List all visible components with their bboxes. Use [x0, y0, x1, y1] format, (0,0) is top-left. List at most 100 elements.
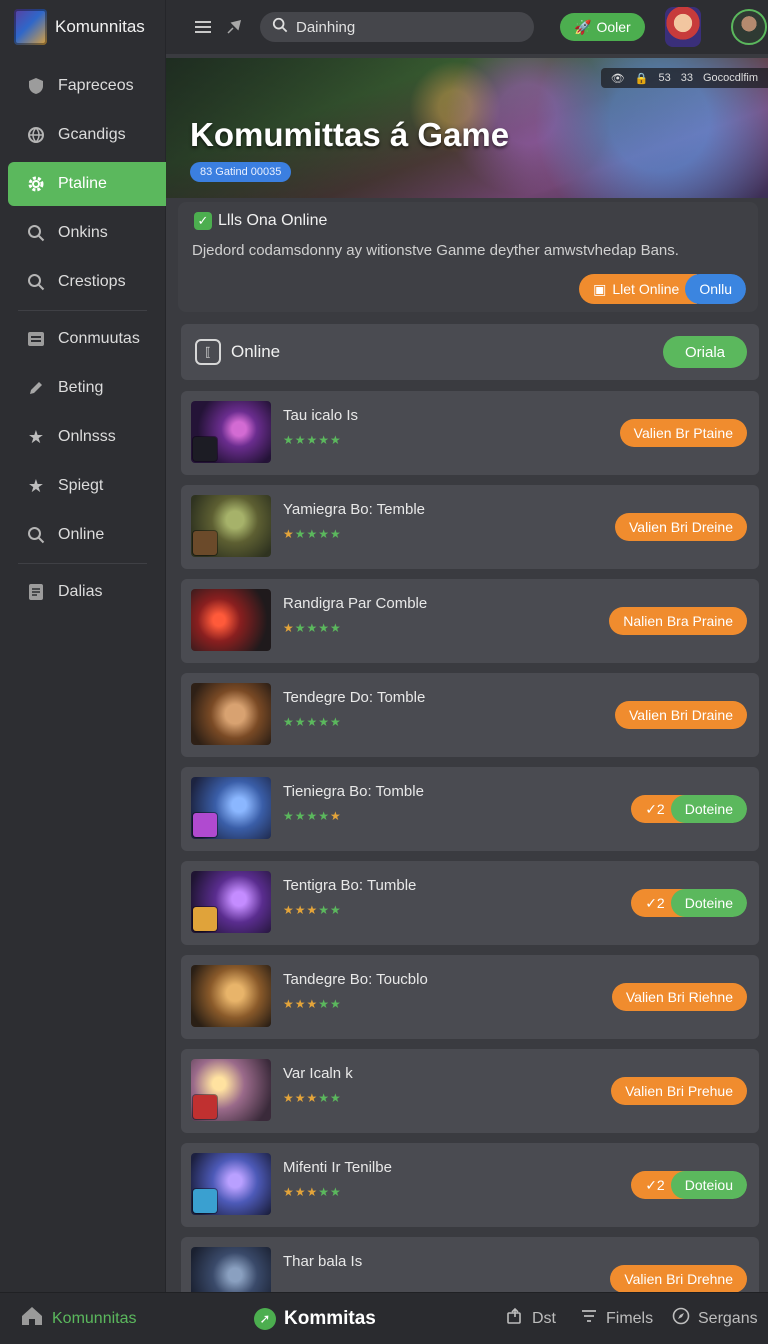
game-thumbnail — [191, 871, 271, 933]
bottom-compass-button[interactable]: Sergans — [672, 1307, 758, 1330]
sidebar-item-crestiops[interactable]: Crestiops — [0, 260, 165, 304]
globe-icon — [26, 125, 46, 145]
rocket-button-label: Ooler — [596, 19, 631, 35]
game-action-button[interactable]: Valien Bri Prehue — [611, 1077, 747, 1105]
sidebar-item-beting[interactable]: Beting — [0, 366, 165, 410]
rating-stars: ★★★★★ — [283, 809, 342, 823]
hero-stats: 👁 🔒 53 33 Gococdlfim — [600, 68, 768, 88]
game-title: Tieniegra Bo: Tomble — [283, 783, 424, 800]
game-action-button[interactable]: Valien Bri Draine — [614, 701, 747, 729]
game-thumbnail — [191, 1059, 271, 1121]
brand-name: Komunnitas — [55, 17, 145, 36]
rating-stars: ★★★★★ — [283, 527, 342, 541]
home-icon — [20, 1305, 44, 1332]
game-row[interactable]: Tandegre Bo: Toucblo ★★★★★ Valien Bri Ri… — [181, 955, 759, 1039]
bottom-home-button[interactable]: Komunnitas — [20, 1305, 137, 1332]
avatar[interactable] — [730, 9, 767, 45]
game-action-button[interactable]: Valien Bri Riehne — [611, 983, 747, 1011]
game-title: Randigra Par Comble — [283, 595, 428, 612]
game-row[interactable]: Tau icalo Is ★★★★★ Valien Br Ptaine — [181, 391, 759, 475]
sidebar-item-gcandigs[interactable]: Gcandigs — [0, 113, 165, 157]
game-action-button[interactable]: Nalien Bra Praine — [609, 607, 747, 635]
sidebar-item-label: Conmuutas — [58, 330, 140, 347]
rating-stars: ★★★★★ — [283, 621, 342, 635]
sidebar-item-spiegt[interactable]: ★ Spiegt — [0, 464, 165, 508]
game-action-button[interactable]: Doteine — [670, 889, 747, 917]
search-input[interactable] — [296, 18, 516, 36]
online-section-title: Online — [231, 342, 281, 361]
online-section-header: ⟦ Online Oriala — [181, 324, 759, 380]
game-title: Mifenti Ir Tenilbe — [283, 1159, 392, 1176]
sidebar-item-label: Beting — [58, 379, 104, 396]
game-action-button[interactable]: Valien Bri Dreine — [614, 513, 747, 541]
main-content: 👁 🔒 53 33 Gococdlfim Komumittas á Game 8… — [166, 54, 768, 1292]
rocket-button[interactable]: 🚀 Ooler — [560, 13, 645, 41]
brand[interactable]: Komunnitas — [0, 0, 165, 54]
sidebar-divider — [18, 563, 147, 564]
sidebar-item-onlnsss[interactable]: ★ Onlnsss — [0, 415, 165, 459]
sidebar-item-onkins[interactable]: Onkins — [0, 211, 165, 255]
sidebar-item-fapreceos[interactable]: Fapreceos — [0, 64, 165, 108]
search-icon — [26, 223, 46, 243]
game-row[interactable]: Yamiegra Bo: Temble ★★★★★ Valien Bri Dre… — [181, 485, 759, 569]
game-split-button[interactable]: ✓2 Doteine — [631, 795, 747, 823]
rating-stars: ★★★★★ — [283, 1091, 342, 1105]
hero-banner: 👁 🔒 53 33 Gococdlfim Komumittas á Game 8… — [166, 58, 768, 198]
bottom-center-button[interactable]: ➚ Kommitas — [254, 1307, 376, 1330]
bottom-share-button[interactable]: Dst — [506, 1307, 556, 1330]
hero-stat: 53 — [658, 72, 671, 84]
box-icon: ▣ — [593, 280, 607, 297]
game-row[interactable]: Mifenti Ir Tenilbe ★★★★★ ✓2 Doteiou — [181, 1143, 759, 1227]
game-action-button[interactable]: Valien Br Ptaine — [619, 419, 747, 447]
bottom-bar: Komunnitas ➚ Kommitas Dst Fimels Sergans — [0, 1292, 768, 1344]
hero-stat: 33 — [680, 72, 693, 84]
sidebar-divider — [18, 310, 147, 311]
sidebar-item-label: Crestiops — [58, 273, 126, 290]
game-split-button[interactable]: ✓2 Doteine — [631, 889, 747, 917]
info-card: ✓ Llls Ona Online Djedord codamsdonny ay… — [178, 202, 758, 312]
game-row[interactable]: Tendegre Do: Tomble ★★★★★ Valien Bri Dra… — [181, 673, 759, 757]
game-row[interactable]: Thar bala Is Valien Bri Drehne — [181, 1237, 759, 1292]
info-split-button[interactable]: ▣ Llet Online Onllu — [579, 274, 746, 304]
rating-stars: ★★★★★ — [283, 715, 342, 729]
bottom-home-label: Komunnitas — [52, 1309, 137, 1327]
pencil-icon — [26, 378, 46, 398]
game-action-button[interactable]: Doteine — [670, 795, 747, 823]
online-pill-button[interactable]: Oriala — [662, 336, 747, 368]
pin-icon[interactable] — [224, 16, 246, 38]
check-icon: ✓ — [194, 212, 212, 230]
mascot-image[interactable] — [664, 7, 701, 47]
game-title: Tandegre Bo: Toucblo — [283, 971, 428, 988]
sidebar-item-conmuutas[interactable]: Conmuutas — [0, 317, 165, 361]
game-action-button[interactable]: Valien Bri Drehne — [610, 1265, 747, 1292]
sidebar-item-dalias[interactable]: Dalias — [0, 570, 165, 614]
online-button[interactable]: Onllu — [685, 274, 746, 304]
info-title-text: Llls Ona Online — [218, 212, 328, 229]
search-icon — [272, 17, 288, 38]
game-thumbnail — [191, 495, 271, 557]
rating-stars: ★★★★★ — [283, 433, 342, 447]
sidebar-item-label: Spiegt — [58, 477, 104, 494]
bottom-filter-button[interactable]: Fimels — [580, 1307, 653, 1330]
gear-icon — [26, 174, 46, 194]
game-row[interactable]: Tieniegra Bo: Tomble ★★★★★ ✓2 Doteine — [181, 767, 759, 851]
game-row[interactable]: Randigra Par Comble ★★★★★ Nalien Bra Pra… — [181, 579, 759, 663]
game-title: Var Icaln k — [283, 1065, 353, 1082]
sidebar-item-label: Online — [58, 526, 105, 543]
game-split-button[interactable]: ✓2 Doteiou — [631, 1171, 747, 1199]
game-row[interactable]: Var Icaln k ★★★★★ Valien Bri Prehue — [181, 1049, 759, 1133]
sidebar-nav: Fapreceos Gcandigs Ptaline Onkins Cresti… — [0, 64, 166, 614]
game-thumbnail — [191, 401, 271, 463]
game-row[interactable]: Tentigra Bo: Tumble ★★★★★ ✓2 Doteine — [181, 861, 759, 945]
game-thumbnail — [191, 1153, 271, 1215]
sidebar-item-ptaline[interactable]: Ptaline — [8, 162, 166, 206]
game-cube-icon — [14, 9, 47, 45]
rating-stars: ★★★★★ — [283, 1185, 342, 1199]
menu-icon[interactable] — [192, 16, 214, 38]
search-bar[interactable] — [260, 12, 534, 42]
sidebar-item-online[interactable]: Online — [0, 513, 165, 557]
list-online-button[interactable]: ▣ Llet Online — [579, 274, 698, 304]
game-title: Thar bala Is — [283, 1253, 363, 1270]
game-title: Tendegre Do: Tomble — [283, 689, 426, 706]
game-action-button[interactable]: Doteiou — [670, 1171, 747, 1199]
